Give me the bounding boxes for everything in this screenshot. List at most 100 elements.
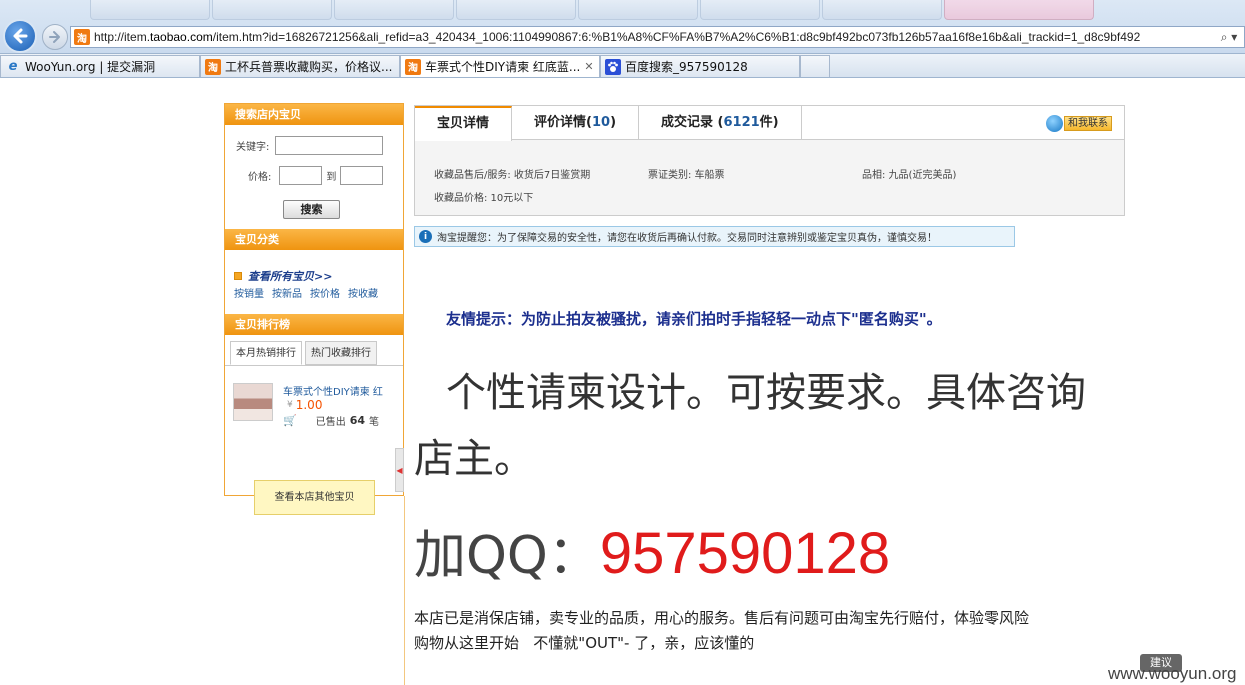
- shop-sidebar: 搜索店内宝贝 关键字: 价格: 到 搜索 宝贝分类 查看所有宝贝>> 按销量 按…: [224, 103, 404, 515]
- tab-label: 工杯兵普票收藏购买，价格议...: [225, 60, 393, 74]
- tab-label: 车票式个性DIY请柬 红底蓝...: [425, 60, 581, 74]
- sold-label: 已售出: [315, 417, 346, 428]
- baidu-icon: [605, 58, 621, 75]
- description-headline: 个性请柬设计。可按要求。具体咨询店主。: [414, 360, 1104, 492]
- contact-seller-button[interactable]: 和我联系: [1046, 114, 1112, 132]
- close-icon[interactable]: ✕: [583, 60, 595, 73]
- detail-tabs: 宝贝详情 评价详情(10) 成交记录 (6121件): [415, 106, 1124, 141]
- ie-icon: e: [8, 59, 18, 74]
- bullet-icon: [234, 272, 242, 280]
- url-prefix: http://item.: [94, 30, 151, 44]
- tab-baidu[interactable]: 百度搜索_957590128: [600, 55, 800, 77]
- product-thumbnail[interactable]: [233, 383, 273, 421]
- price-label: 价格:: [248, 172, 272, 183]
- tab-label: 宝贝详情: [437, 116, 490, 131]
- shop-search-button[interactable]: 搜索: [283, 200, 340, 219]
- attr-condition: 品相: 九品(近完美品): [862, 170, 957, 181]
- rank-item-title[interactable]: 车票式个性DIY请柬 红: [283, 383, 383, 398]
- background-window-tabs: [90, 0, 1245, 22]
- statement-line: 购物从这里开始 不懂就"OUT"- 了，亲，应该懂的: [414, 634, 755, 652]
- rank-item-price: 1.00: [295, 398, 323, 412]
- sort-by-new-link[interactable]: 按新品: [272, 285, 302, 300]
- shop-search-panel: 关键字: 价格: 到 搜索: [225, 125, 403, 229]
- info-icon: i: [419, 230, 432, 243]
- tab-item-details[interactable]: 宝贝详情: [415, 106, 513, 141]
- friendly-tip: 友情提示：为防止拍友被骚扰，请亲们拍时手指轻轻一动点下"匿名购买"。: [446, 310, 942, 328]
- ranking-title: 宝贝排行榜: [225, 314, 403, 335]
- taobao-icon: 淘: [205, 58, 221, 75]
- tab-taobao-ticket[interactable]: 淘 工杯兵普票收藏购买，价格议...: [200, 55, 400, 77]
- taobao-icon: 淘: [405, 58, 421, 75]
- ghost-tab: [944, 0, 1094, 20]
- keyword-label: 关键字:: [236, 142, 270, 153]
- tab-wooyun[interactable]: e WooYun.org | 提交漏洞: [0, 55, 200, 77]
- tab-monthly-hot[interactable]: 本月热销排行: [230, 341, 302, 365]
- new-tab-button[interactable]: [800, 55, 830, 77]
- category-title: 宝贝分类: [225, 229, 403, 250]
- divider: [404, 496, 405, 685]
- tab-transactions[interactable]: 成交记录 (6121件): [639, 106, 802, 140]
- category-panel: 查看所有宝贝>> 按销量 按新品 按价格 按收藏: [225, 250, 403, 314]
- sold-unit: 笔: [369, 417, 380, 428]
- ghost-tab: [212, 0, 332, 20]
- notice-text: 淘宝提醒您：为了保障交易的安全性，请您在收货后再确认付款。交易同时注意辨别或鉴定…: [437, 233, 937, 244]
- url-text[interactable]: http://item.taobao.com/item.htm?id=16826…: [94, 30, 1214, 44]
- chevron-left-icon: ◀: [396, 465, 403, 475]
- contact-label: 和我联系: [1064, 115, 1112, 131]
- statement-line: 本店已是消保店铺，卖专业的品质，用心的服务。售后有问题可由淘宝先行赔付，体验零风…: [414, 609, 1030, 627]
- sort-by-sales-link[interactable]: 按销量: [234, 285, 264, 300]
- qq-prefix: 加QQ：: [414, 526, 600, 586]
- keyword-input[interactable]: [275, 136, 384, 155]
- back-arrow-icon: [13, 28, 28, 44]
- view-all-link[interactable]: 查看所有宝贝>>: [248, 268, 332, 284]
- ghost-tab: [578, 0, 698, 20]
- sort-by-price-link[interactable]: 按价格: [310, 285, 340, 300]
- price-to-label: 到: [326, 172, 337, 183]
- tab-suffix: 件): [759, 115, 779, 130]
- tab-suffix: ): [610, 115, 617, 130]
- cart-icon: 🛒: [283, 414, 297, 427]
- shop-search-title: 搜索店内宝贝: [225, 104, 403, 125]
- collapse-sidebar-handle[interactable]: ◀: [395, 448, 404, 492]
- url-rest: /item.htm?id=16826721256&ali_refid=a3_42…: [212, 30, 1141, 44]
- ghost-tab: [334, 0, 454, 20]
- qq-contact: 加QQ： 957590128: [414, 513, 890, 586]
- attr-price-range: 收藏品价格: 10元以下: [434, 193, 534, 204]
- tab-label: WooYun.org | 提交漏洞: [25, 60, 156, 74]
- divider: [225, 365, 403, 366]
- ghost-tab: [456, 0, 576, 20]
- view-other-items-button[interactable]: 查看本店其他宝贝: [254, 480, 375, 515]
- search-icon[interactable]: ⌕ ▾: [1214, 30, 1244, 45]
- attr-ticket-type: 票证类别: 车船票: [648, 170, 725, 181]
- item-detail-panel: 宝贝详情 评价详情(10) 成交记录 (6121件) 和我联系 收藏品售后/服务…: [414, 105, 1125, 216]
- shop-statement: 本店已是消保店铺，卖专业的品质，用心的服务。售后有问题可由淘宝先行赔付，体验零风…: [414, 606, 1134, 656]
- tab-label: 成交记录 (: [661, 115, 724, 130]
- forward-arrow-icon: [49, 31, 60, 43]
- tab-bar: e WooYun.org | 提交漏洞 淘 工杯兵普票收藏购买，价格议... 淘…: [0, 54, 1245, 78]
- address-bar[interactable]: 淘 http://item.taobao.com/item.htm?id=168…: [70, 26, 1245, 48]
- back-button[interactable]: [3, 19, 37, 53]
- url-host: taobao.com: [150, 30, 213, 44]
- ranking-panel: 本月热销排行 热门收藏排行 车票式个性DIY请柬 红 ¥ 1.00 🛒 已售出 …: [225, 335, 403, 516]
- watermark: www.wooyun.org: [1108, 664, 1237, 683]
- tab-reviews[interactable]: 评价详情(10): [512, 106, 640, 140]
- tab-label: 评价详情(: [534, 115, 592, 130]
- transaction-count: 6121: [723, 115, 760, 130]
- price-min-input[interactable]: [279, 166, 323, 185]
- attr-after-sale: 收藏品售后/服务: 收货后7日鉴赏期: [434, 170, 591, 181]
- safety-notice: i 淘宝提醒您：为了保障交易的安全性，请您在收货后再确认付款。交易同时注意辨别或…: [414, 226, 1015, 247]
- ghost-tab: [700, 0, 820, 20]
- chat-icon: [1046, 114, 1063, 132]
- tab-label: 百度搜索_957590128: [625, 60, 748, 74]
- tab-taobao-invitation[interactable]: 淘 车票式个性DIY请柬 红底蓝... ✕: [400, 55, 600, 77]
- forward-button[interactable]: [42, 24, 68, 50]
- price-max-input[interactable]: [340, 166, 384, 185]
- taobao-icon: 淘: [74, 29, 90, 45]
- ghost-tab: [90, 0, 210, 20]
- sold-count: 64: [349, 414, 366, 427]
- qq-number: 957590128: [599, 521, 891, 586]
- tab-hot-favorites[interactable]: 热门收藏排行: [305, 341, 377, 365]
- yuan-icon: ¥: [287, 400, 293, 410]
- headline-text: 个性请柬设计。可按要求。具体咨询店主。: [414, 370, 1086, 482]
- sort-by-favorites-link[interactable]: 按收藏: [348, 285, 378, 300]
